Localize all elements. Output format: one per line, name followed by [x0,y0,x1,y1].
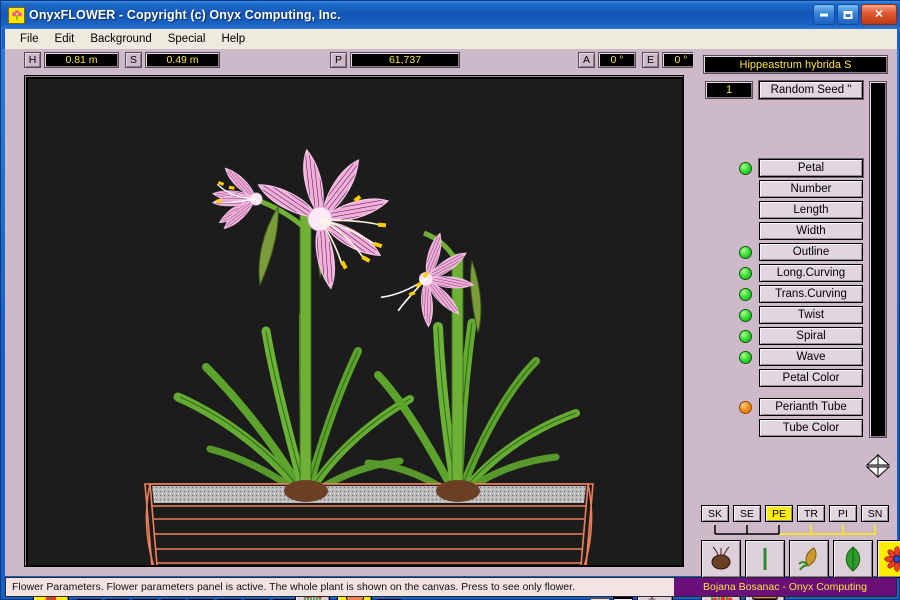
client-area: H 0.81 m S 0.49 m P 61,737 A 0 ° E 0 ° [5,49,897,576]
led-wave[interactable] [739,351,752,364]
button-length[interactable]: Length [759,201,863,219]
button-trans-curving[interactable]: Trans.Curving [759,285,863,303]
random-seed-button[interactable]: Random Seed " [759,81,863,99]
led-twist[interactable] [739,309,752,322]
spread-label: S [125,52,142,68]
status-bar: Flower Parameters. Flower parameters pan… [5,577,897,597]
led-trans-curving[interactable] [739,288,752,301]
panel-scrollbar[interactable] [869,81,887,438]
minimize-button[interactable] [813,4,835,25]
tab-connector [693,523,897,537]
button-petal-color[interactable]: Petal Color [759,369,863,387]
height-label: H [24,52,41,68]
flower-star-icon [882,546,900,572]
application-window: OnyxFLOWER - Copyright (c) Onyx Computin… [0,0,900,600]
polygons-label: P [330,52,347,68]
close-button[interactable]: ✕ [861,4,897,25]
window-title: OnyxFLOWER - Copyright (c) Onyx Computin… [29,8,341,22]
button-twist[interactable]: Twist [759,306,863,324]
menu-item-help[interactable]: Help [213,31,253,47]
button-tube-color[interactable]: Tube Color [759,419,863,437]
stem-icon [750,546,780,572]
height-value[interactable]: 0.81 m [44,52,119,68]
tab-sn[interactable]: SN [861,505,889,522]
led-outline[interactable] [739,246,752,259]
azimuth-value[interactable]: 0 ° [598,52,636,68]
flower-star-icon-button[interactable] [877,540,900,578]
flower-icon [8,7,25,24]
bud-icon-button[interactable] [789,540,829,578]
status-message: Flower Parameters. Flower parameters pan… [6,578,674,596]
up-down-arrows-icon [865,453,891,479]
led-long-curving[interactable] [739,267,752,280]
bulb-icon [706,546,736,572]
button-wave[interactable]: Wave [759,348,863,366]
led-petal[interactable] [739,162,752,175]
menu-item-special[interactable]: Special [160,31,214,47]
button-perianth-tube[interactable]: Perianth Tube [759,398,863,416]
menu-item-file[interactable]: File [12,31,47,47]
bulb-icon-button[interactable] [701,540,741,578]
stepper-arrows[interactable] [865,453,891,479]
status-credit: Bojana Bosanac - Onyx Computing [674,578,896,596]
parameters-panel: Hippeastrum hybrida S 1 Random Seed " [693,49,897,576]
azimuth-label: A [578,52,595,68]
seed-value[interactable]: 1 [705,81,753,99]
button-outline[interactable]: Outline [759,243,863,261]
species-name: Hippeastrum hybrida S [703,55,888,74]
led-perianth-tube[interactable] [739,401,752,414]
polygons-value[interactable]: 61,737 [350,52,460,68]
button-petal[interactable]: Petal [759,159,863,177]
spread-value[interactable]: 0.49 m [145,52,220,68]
menu-bar: File Edit Background Special Help [2,29,900,49]
button-width[interactable]: Width [759,222,863,240]
maximize-button[interactable] [837,4,859,25]
button-spiral[interactable]: Spiral [759,327,863,345]
leaf-icon [838,546,868,572]
window-controls: ✕ [813,4,897,25]
tab-tr[interactable]: TR [797,505,825,522]
tab-pi[interactable]: PI [829,505,857,522]
menu-item-edit[interactable]: Edit [47,31,83,47]
canvas-frame [24,75,684,567]
stem-icon-button[interactable] [745,540,785,578]
title-bar: OnyxFLOWER - Copyright (c) Onyx Computin… [1,1,900,29]
led-spiral[interactable] [739,330,752,343]
close-icon: ✕ [874,9,883,20]
elevation-label: E [642,52,659,68]
bud-icon [794,546,824,572]
button-long-curving[interactable]: Long.Curving [759,264,863,282]
button-number[interactable]: Number [759,180,863,198]
menu-item-background[interactable]: Background [82,31,159,47]
measurement-toolbar: H 0.81 m S 0.49 m P 61,737 A 0 ° E 0 ° [5,49,689,71]
tab-sk[interactable]: SK [701,505,729,522]
tab-pe[interactable]: PE [765,505,793,522]
tab-se[interactable]: SE [733,505,761,522]
plant-canvas[interactable] [28,79,682,565]
leaf-icon-button[interactable] [833,540,873,578]
